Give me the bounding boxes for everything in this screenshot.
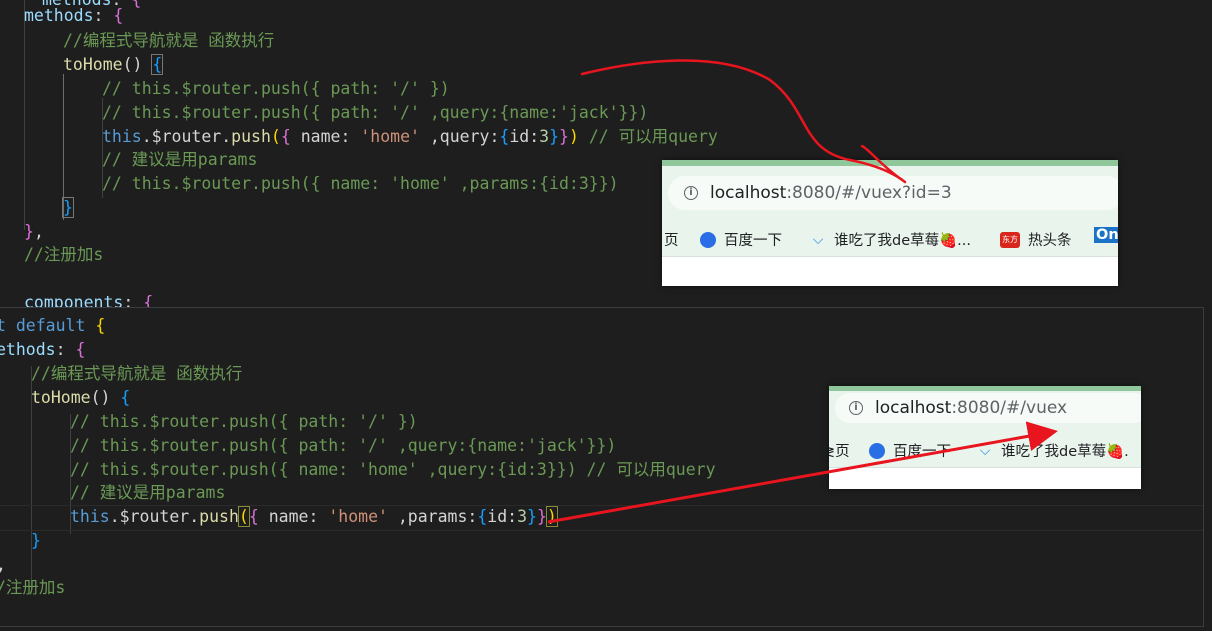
annotation-arrows: [547, 59, 1058, 524]
red-curve-arrow: [580, 59, 907, 184]
red-straight-arrow: [547, 421, 1058, 524]
